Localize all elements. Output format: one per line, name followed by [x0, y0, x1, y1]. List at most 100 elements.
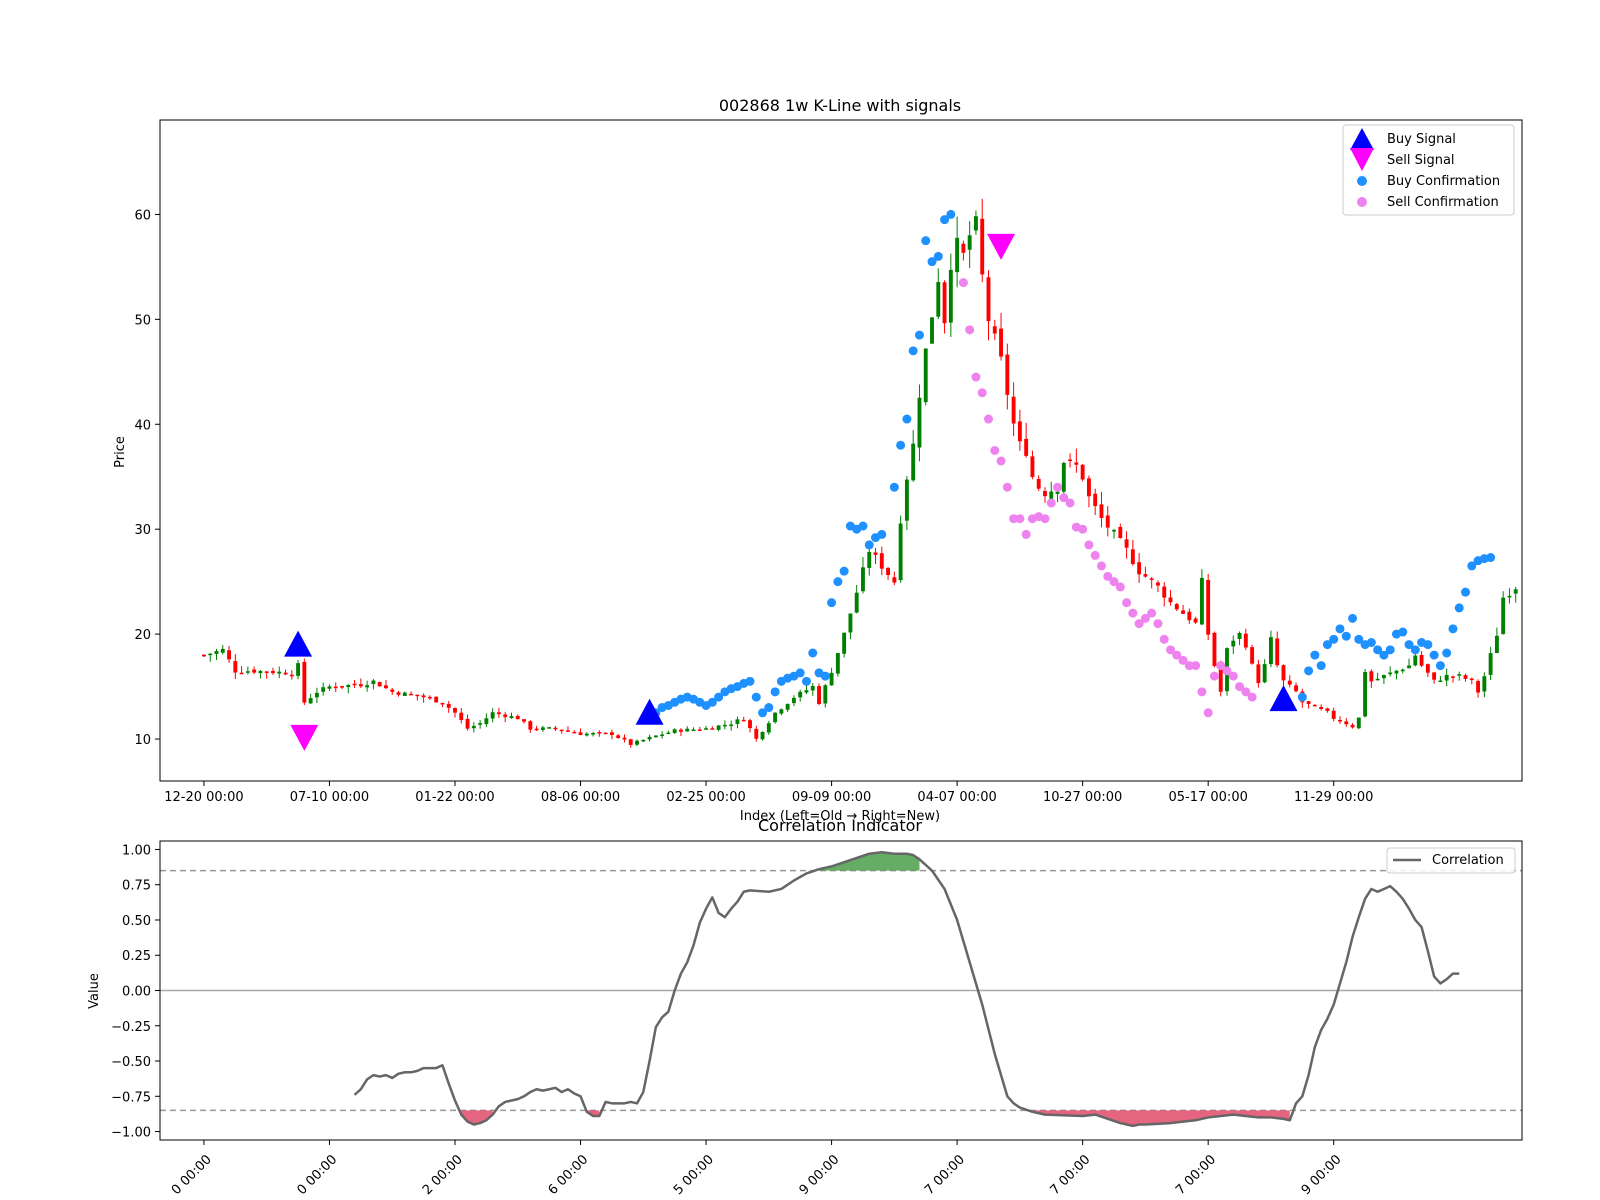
candle-body [1507, 595, 1512, 598]
buy-confirmation-point [1335, 624, 1345, 634]
candle-body [446, 703, 451, 708]
candle-body [365, 685, 370, 688]
candle-body [1344, 721, 1349, 725]
candle-body [283, 672, 288, 675]
buy-confirmation-point [795, 668, 805, 678]
kline-chart-title: 002868 1w K-Line with signals [719, 96, 961, 115]
candle-body [1388, 672, 1393, 675]
candle-body [547, 727, 552, 729]
candle-body [1338, 719, 1342, 722]
correlation-y-tick-label: −1.00 [111, 1126, 151, 1141]
candle-body [465, 718, 470, 729]
sell-confirmation-point [958, 278, 968, 288]
candle-body [879, 553, 884, 569]
correlation-y-tick-label: −0.50 [111, 1055, 151, 1070]
candle-body [704, 728, 709, 730]
candle-body [867, 551, 872, 568]
candle-body [1049, 491, 1054, 499]
candle-body [553, 727, 558, 730]
sell-confirmation-point [990, 446, 1000, 455]
candle-body [1381, 675, 1386, 679]
sell-confirmation-point [1053, 482, 1063, 492]
kline-legend: Buy Signal Sell Signal Buy Confirmation … [1342, 124, 1515, 216]
candle-body [340, 686, 344, 688]
buy-confirmation-point [833, 577, 843, 587]
buy-confirmation-point [1423, 640, 1433, 650]
candle-body [471, 725, 476, 729]
candle-body [635, 740, 639, 745]
sell-confirmation-point [1153, 619, 1163, 629]
candle-body [923, 348, 928, 403]
candle-body [672, 729, 677, 733]
buy-confirmation-point [1304, 666, 1314, 676]
candle-body [1394, 670, 1399, 674]
kline-x-tick-label: 09-09 00:00 [792, 790, 871, 805]
candle-body [741, 719, 746, 722]
candle-body [214, 651, 219, 655]
candle-body [1513, 589, 1518, 594]
buy-confirmation-point [914, 330, 924, 340]
sell-confirmation-point [1021, 529, 1031, 539]
candle-body [296, 663, 301, 676]
candle-body [622, 737, 627, 740]
candle-body [1250, 647, 1255, 664]
figure: 002868 1w K-Line with signals 10 20 30 40 50… [0, 0, 1600, 1200]
kline-x-tick-label: 01-22 00:00 [415, 790, 494, 805]
candle-body [1331, 710, 1336, 719]
candle-body [496, 712, 501, 715]
candle-body [1124, 539, 1129, 548]
candle-body [1212, 632, 1217, 666]
buy-confirmation-point [858, 521, 868, 531]
legend-sell-signal-label: Sell Signal [1387, 153, 1455, 168]
candle-body [1488, 653, 1493, 675]
candle-body [1400, 669, 1405, 672]
candle-body [1218, 666, 1223, 692]
candle-body [1005, 354, 1010, 395]
candle-body [390, 689, 395, 692]
candle-body [220, 648, 225, 653]
buy-confirmation-point [1348, 613, 1358, 623]
correlation-y-tick-label: 0.00 [122, 985, 151, 1000]
legend-sell-confirmation-marker [1357, 197, 1367, 207]
candle-body [252, 669, 257, 673]
candle-body [453, 708, 457, 713]
candle-body [1099, 504, 1104, 518]
candle-body [1306, 701, 1311, 704]
buy-confirmation-point [745, 676, 755, 686]
candle-body [873, 552, 878, 555]
buy-confirmation-point [946, 209, 956, 219]
candle-body [591, 733, 596, 735]
candle-body [810, 686, 815, 691]
sell-confirmation-point [1128, 608, 1138, 618]
candle-body [421, 695, 426, 698]
candle-body [1011, 396, 1016, 424]
candle-body [1024, 438, 1029, 456]
candle-body [653, 735, 658, 738]
candle-body [534, 728, 539, 731]
candle-body [892, 577, 897, 583]
candle-body [333, 686, 338, 689]
candle-body [861, 567, 865, 592]
candle-body [1325, 708, 1330, 712]
candle-body [948, 269, 953, 323]
candle-body [647, 736, 652, 740]
sell-confirmation-point [1046, 498, 1056, 508]
candle-body [1438, 680, 1443, 682]
kline-y-tick-label: 30 [134, 523, 151, 538]
candle-body [609, 732, 614, 735]
candle-body [917, 397, 922, 448]
sell-confirmation-point [977, 388, 987, 398]
candle-body [1112, 529, 1116, 532]
candle-body [679, 729, 683, 732]
correlation-y-tick-label: 1.00 [122, 843, 151, 858]
buy-confirmation-point [1341, 631, 1351, 641]
candle-body [1237, 632, 1242, 639]
candle-body [1068, 459, 1073, 462]
correlation-y-tick-label: 0.50 [122, 914, 151, 929]
candle-body [936, 282, 941, 317]
candle-body [1137, 562, 1142, 575]
candle-body [911, 443, 916, 481]
candle-body [528, 721, 533, 730]
candle-body [779, 709, 784, 714]
candle-body [1375, 678, 1380, 681]
